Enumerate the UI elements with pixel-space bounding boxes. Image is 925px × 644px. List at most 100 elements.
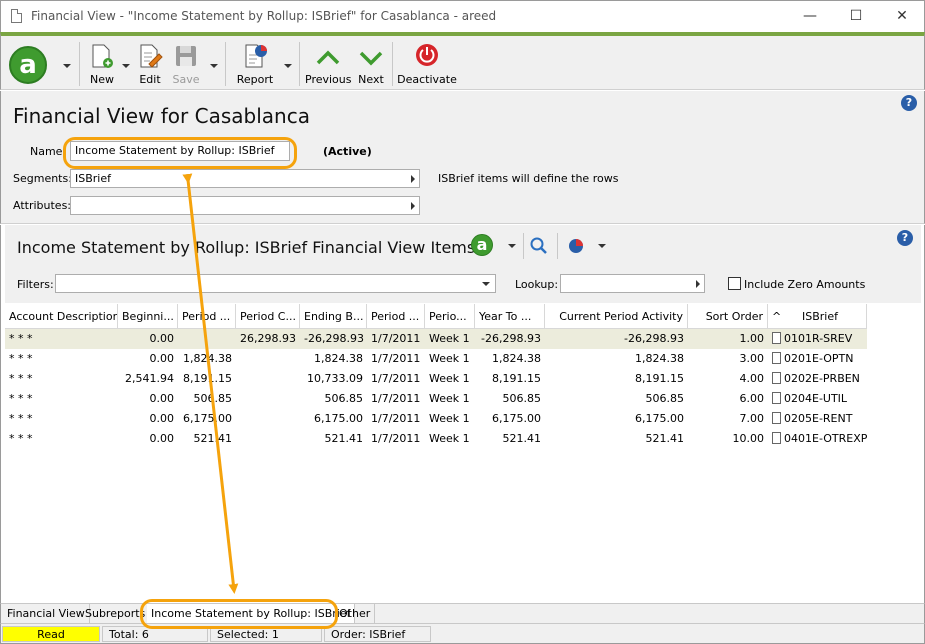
cell-sort-order: 4.00 [739,372,765,385]
cell-date: 1/7/2011 [371,372,421,385]
tab-financial-view[interactable]: Financial View [3,604,90,623]
cell-period-1: 521.41 [193,432,233,445]
table-row[interactable]: * * * 0.00 26,298.93 -26,298.93 1/7/2011… [5,329,867,349]
edit-button[interactable]: Edit [133,38,167,88]
attributes-field[interactable] [70,196,420,215]
cell-sort-order: 7.00 [739,412,765,425]
segments-label: Segments: [13,172,72,185]
cell-ytd: 521.41 [502,432,542,445]
col-year-to-date[interactable]: Year To ... [475,304,545,329]
cell-period-1: 1,824.38 [183,352,232,365]
cell-beginning: 0.00 [149,332,175,345]
deactivate-button[interactable]: Deactivate [397,38,457,88]
cell-account: * * * [9,352,33,365]
tab-other[interactable]: Other [335,604,376,623]
maximize-button[interactable]: ☐ [833,1,879,32]
search-icon[interactable] [529,236,549,256]
col-period-1[interactable]: Period ... [178,304,236,329]
cell-week: Week 1 [429,372,470,385]
include-zero-label: Include Zero Amounts [744,278,866,291]
document-icon [772,412,781,424]
app-menu-caret-icon[interactable] [63,64,71,68]
lookup-field[interactable] [560,274,705,293]
cell-current-activity: 1,824.38 [635,352,684,365]
app-logo-button[interactable]: a [9,46,47,84]
save-caret-icon[interactable] [210,64,218,68]
new-document-icon [92,44,113,68]
items-grid: Account Description Beginni... Period ..… [5,304,921,603]
cell-date: 1/7/2011 [371,352,421,365]
new-label: New [90,73,114,86]
close-button[interactable]: ✕ [879,1,925,32]
cell-sort-order: 3.00 [739,352,765,365]
document-icon [772,352,781,364]
previous-button[interactable]: Previous [305,38,352,88]
col-period-week[interactable]: Perio... [425,304,475,329]
table-row[interactable]: * * * 0.00 521.41 521.41 1/7/2011 Week 1… [5,429,867,449]
table-row[interactable]: * * * 0.00 6,175.00 6,175.00 1/7/2011 We… [5,409,867,429]
cell-ending: -26,298.93 [304,332,364,345]
cell-sort-order: 10.00 [732,432,765,445]
col-beginning[interactable]: Beginni... [118,304,178,329]
minimize-button[interactable]: — [787,1,833,32]
cell-beginning: 0.00 [149,352,175,365]
document-icon [772,392,781,404]
segments-value: ISBrief [75,172,111,185]
chevron-down-icon [359,51,383,66]
cell-isbrief-text: 0205E-RENT [784,412,853,425]
items-title: Income Statement by Rollup: ISBrief Fina… [17,238,476,257]
report-button[interactable]: Report [233,38,277,88]
col-account-description[interactable]: Account Description [5,304,118,329]
new-button[interactable]: New [85,38,119,88]
lookup-expand-icon[interactable] [696,280,700,288]
report-icon [245,44,267,68]
document-icon [772,432,781,444]
filters-select[interactable] [55,274,496,293]
col-current-period-activity[interactable]: Current Period Activity [545,304,688,329]
cell-account: * * * [9,432,33,445]
items-menu-caret-icon[interactable] [508,244,516,248]
sort-ascending-icon: ^ [772,310,782,323]
table-row[interactable]: * * * 0.00 506.85 506.85 1/7/2011 Week 1… [5,389,867,409]
document-icon [772,372,781,384]
cell-period-1: 6,175.00 [183,412,232,425]
col-period-date[interactable]: Period ... [367,304,425,329]
cell-isbrief-text: 0202E-PRBEN [784,372,860,385]
cell-week: Week 1 [429,332,470,345]
items-app-logo-button[interactable]: a [471,234,493,256]
cell-period-change [236,389,300,409]
new-caret-icon[interactable] [122,64,130,68]
cell-isbrief: 0401E-OTREXP [768,429,867,449]
filters-label: Filters: [17,278,54,291]
chart-pie-icon[interactable] [567,236,587,256]
cell-week: Week 1 [429,392,470,405]
segments-field[interactable]: ISBrief [70,169,420,188]
table-row[interactable]: * * * 0.00 1,824.38 1,824.38 1/7/2011 We… [5,349,867,369]
cell-ending: 1,824.38 [314,352,363,365]
lookup-label: Lookup: [515,278,559,291]
save-label: Save [172,73,200,86]
items-help-icon[interactable]: ? [897,230,913,246]
name-label: Name [30,145,63,158]
col-sort-order[interactable]: Sort Order [688,304,768,329]
cell-week: Week 1 [429,352,470,365]
cell-ytd: 6,175.00 [492,412,541,425]
table-row[interactable]: * * * 2,541.94 8,191.15 10,733.09 1/7/20… [5,369,867,389]
cell-isbrief-text: 0201E-OPTN [784,352,854,365]
next-button[interactable]: Next [355,38,387,88]
col-isbrief[interactable]: ^ ISBrief [768,304,867,329]
cell-ytd: 506.85 [502,392,542,405]
segments-expand-icon[interactable] [411,175,415,183]
filters-dropdown-icon[interactable] [482,282,490,286]
cell-isbrief-text: 0401E-OTREXP [784,432,867,445]
report-caret-icon[interactable] [284,64,292,68]
save-disk-icon [176,46,196,66]
help-icon[interactable]: ? [901,95,917,111]
attributes-expand-icon[interactable] [411,202,415,210]
col-ending-balance[interactable]: Ending B... [300,304,367,329]
chart-caret-icon[interactable] [598,244,606,248]
include-zero-checkbox[interactable] [728,277,741,290]
document-icon [11,9,22,23]
save-button[interactable]: Save [169,38,203,88]
col-period-change[interactable]: Period C... [236,304,300,329]
